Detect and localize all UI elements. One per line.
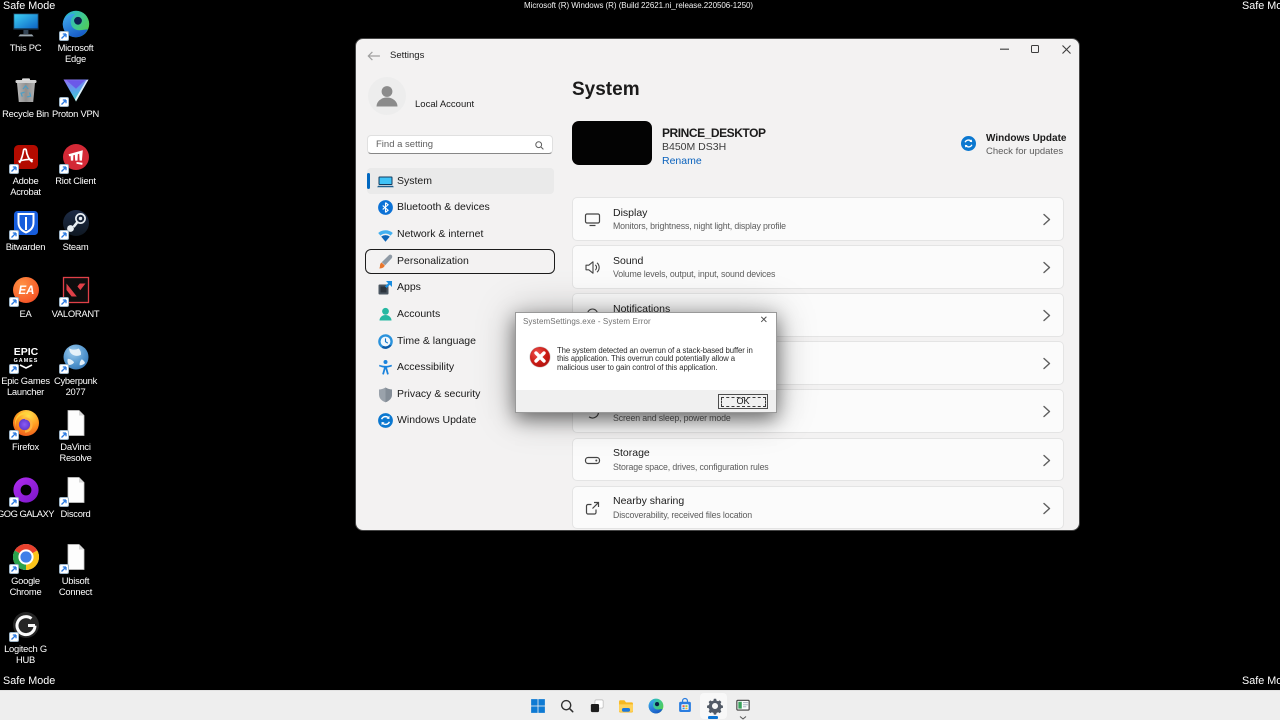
svg-text:EPIC: EPIC — [13, 346, 38, 358]
svg-text:EA: EA — [18, 285, 34, 297]
